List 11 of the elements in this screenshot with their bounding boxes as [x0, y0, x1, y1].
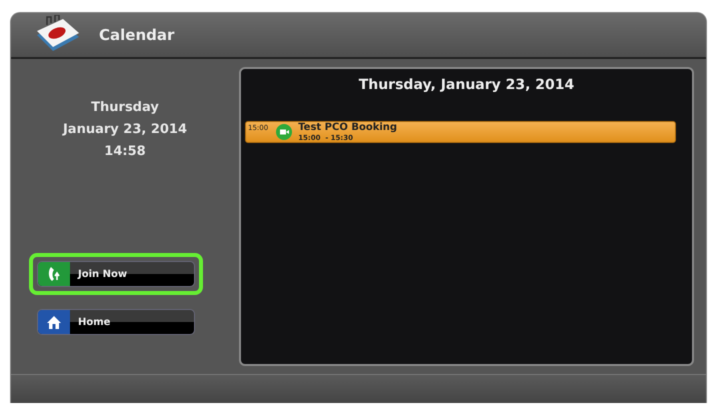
date-text: January 23, 2014	[62, 121, 188, 139]
join-button[interactable]: Join Now	[37, 261, 195, 287]
video-icon	[276, 124, 292, 140]
phone-icon	[47, 266, 61, 282]
home-button[interactable]: Home	[37, 309, 195, 335]
agenda-title: Thursday, January 23, 2014	[358, 77, 574, 93]
event-title: Test PCO Booking	[298, 123, 398, 133]
window-title: Calendar	[99, 26, 174, 44]
weekday-text: Thursday	[91, 99, 159, 117]
home-icon	[46, 314, 62, 330]
time-text: 14:58	[104, 143, 146, 161]
